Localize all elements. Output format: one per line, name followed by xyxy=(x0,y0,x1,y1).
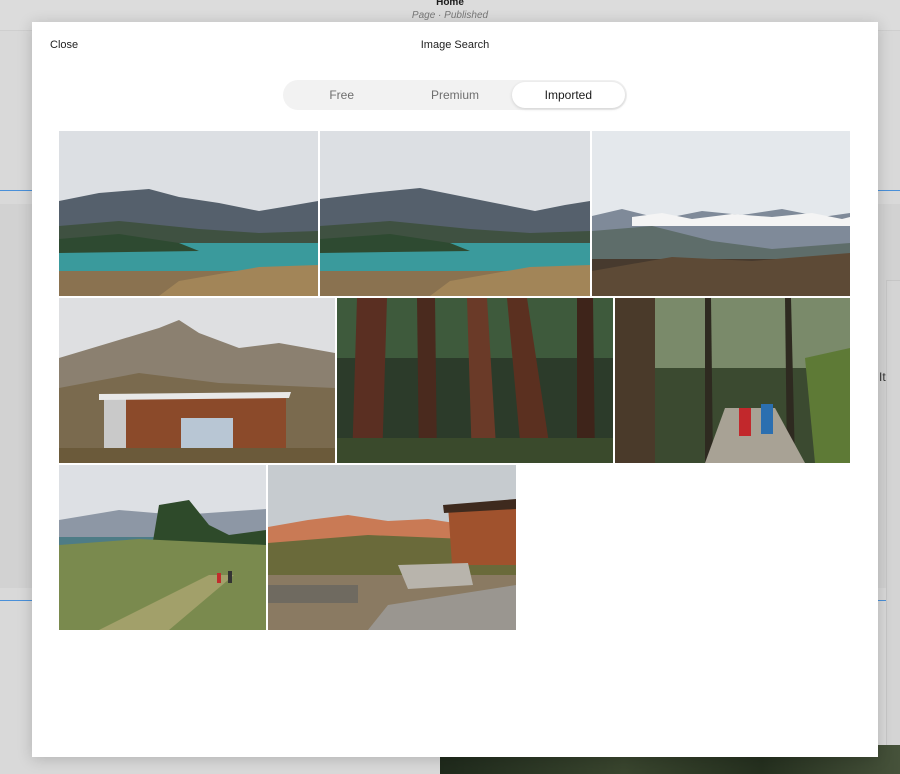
lake-photo xyxy=(59,131,318,296)
image-search-modal: Close Image Search Free Premium Imported xyxy=(32,22,878,757)
image-tile-cabin[interactable] xyxy=(59,298,335,463)
modal-title: Image Search xyxy=(420,39,490,51)
image-tile-snowy-mountains[interactable] xyxy=(592,131,850,296)
source-tabs: Free Premium Imported xyxy=(283,80,627,110)
tab-free[interactable]: Free xyxy=(285,82,398,108)
background-side-text: It xyxy=(879,370,886,384)
background-page-status: Page · Published xyxy=(411,10,489,21)
hikers-forest-photo xyxy=(615,298,850,463)
snowy-mountain-photo xyxy=(592,131,850,296)
tab-premium[interactable]: Premium xyxy=(398,82,511,108)
background-side-panel xyxy=(886,280,900,771)
lake-photo xyxy=(320,131,590,296)
image-tile-meadow-hikers[interactable] xyxy=(59,465,266,630)
cabin-photo xyxy=(59,298,335,463)
image-tile-mountain-lake[interactable] xyxy=(59,131,318,296)
forest-photo xyxy=(337,298,613,463)
image-tile-forest-hikers[interactable] xyxy=(615,298,850,463)
meadow-photo xyxy=(59,465,266,630)
image-tile-redwood-forest[interactable] xyxy=(337,298,613,463)
tab-imported[interactable]: Imported xyxy=(511,82,625,108)
image-tile-mountain-lake[interactable] xyxy=(320,131,590,296)
image-tile-lodge[interactable] xyxy=(268,465,516,630)
lodge-photo xyxy=(268,465,516,630)
background-page-title: Home xyxy=(436,0,464,8)
